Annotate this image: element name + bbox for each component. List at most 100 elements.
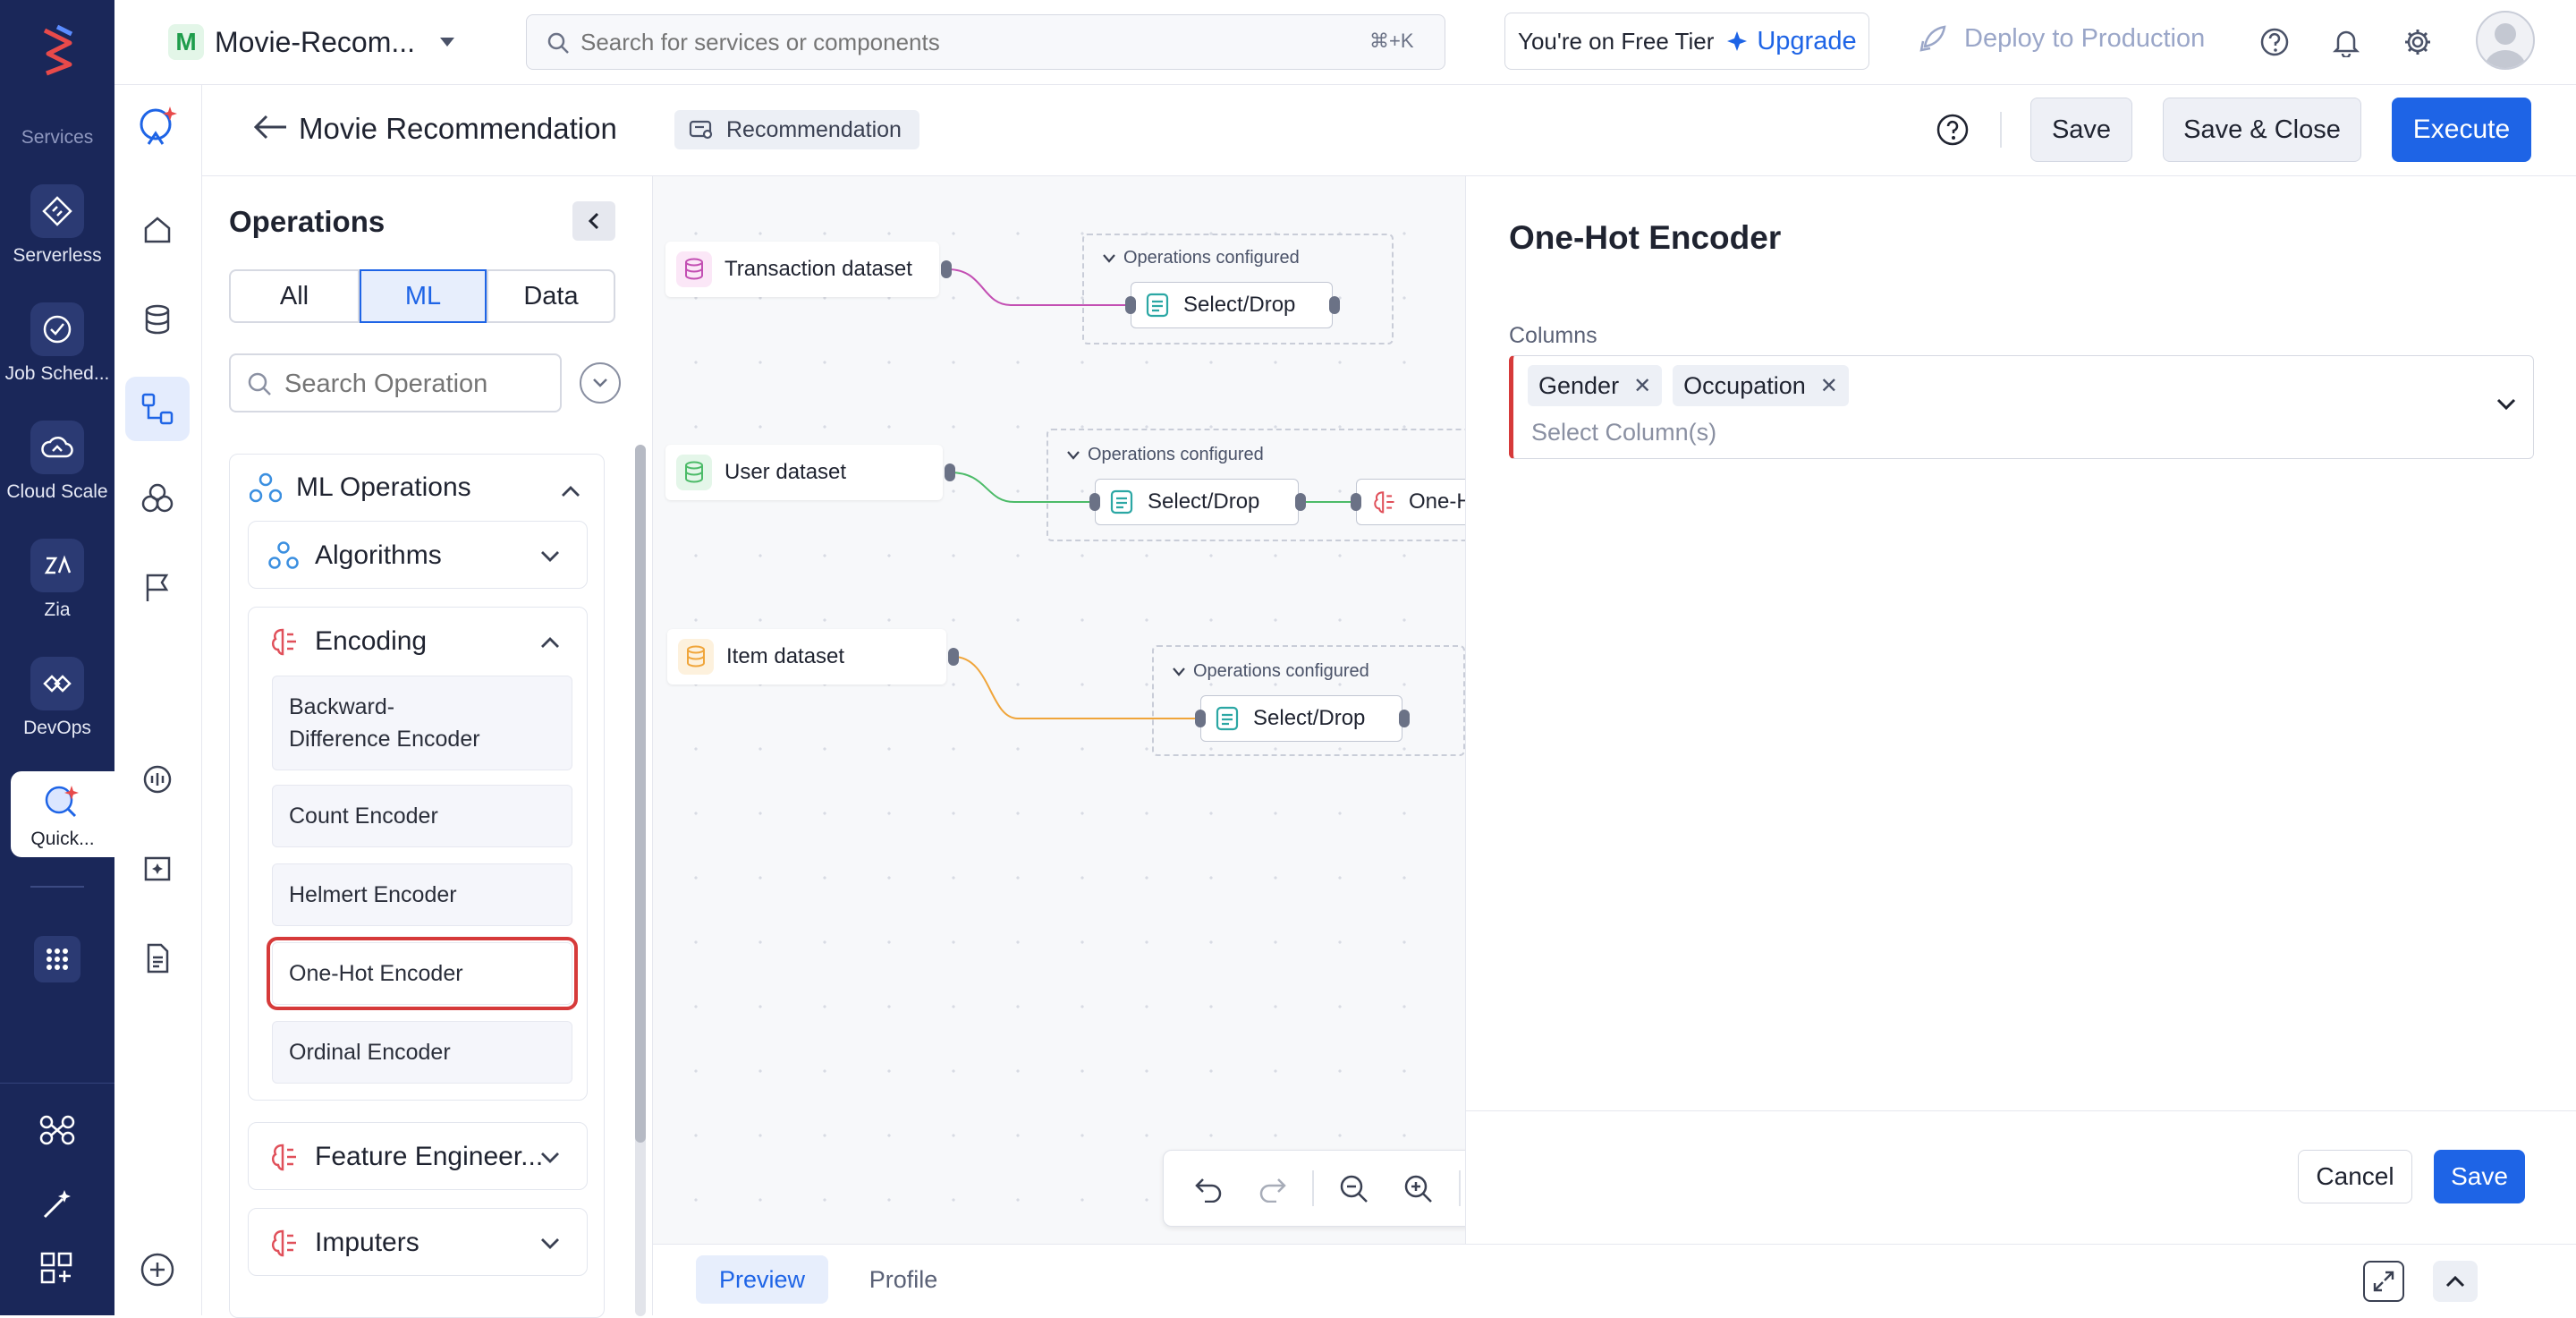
remove-chip-icon[interactable]: ✕	[1820, 373, 1838, 399]
op-one-hot[interactable]: One-H	[1356, 479, 1481, 525]
chevron-up-icon[interactable]	[2433, 1261, 2478, 1302]
ai-book-icon[interactable]	[125, 837, 190, 901]
models-icon[interactable]	[125, 466, 190, 531]
operation-search[interactable]	[229, 353, 562, 412]
bell-icon[interactable]	[2331, 27, 2361, 57]
save-button[interactable]: Save	[2030, 98, 2132, 162]
chevron-left-icon	[588, 212, 599, 230]
global-search[interactable]: ⌘+K	[526, 14, 1445, 70]
redo-icon[interactable]	[1258, 1176, 1287, 1203]
avatar[interactable]	[2476, 11, 2535, 70]
dataset-user[interactable]: User dataset	[665, 445, 943, 500]
integrations-icon[interactable]	[39, 1115, 75, 1145]
operations-scrollbar[interactable]	[635, 445, 646, 1316]
group-header[interactable]: Operations configured	[1066, 445, 1264, 465]
op-select-drop[interactable]: Select/Drop	[1131, 282, 1333, 328]
caret-down-icon	[440, 38, 455, 47]
rail-item-zia[interactable]: Zia	[0, 539, 114, 621]
monitor-icon[interactable]	[125, 747, 190, 812]
apps-grid-icon[interactable]	[34, 936, 80, 982]
document-icon[interactable]	[125, 926, 190, 991]
back-arrow-icon[interactable]	[252, 114, 288, 140]
input-port[interactable]	[1089, 493, 1100, 511]
help-icon[interactable]	[2259, 27, 2290, 57]
bottom-bar: Preview Profile	[653, 1244, 2576, 1315]
algorithms-accordion[interactable]: Algorithms	[248, 521, 588, 589]
output-port[interactable]	[945, 463, 955, 481]
rail-item-devops[interactable]: DevOps	[0, 657, 114, 739]
imputers-accordion[interactable]: Imputers	[248, 1208, 588, 1276]
tab-preview[interactable]: Preview	[696, 1255, 828, 1304]
rail-item-job-scheduler[interactable]: Job Sched...	[0, 302, 114, 385]
output-port[interactable]	[941, 260, 952, 278]
brain-icon	[271, 628, 296, 656]
project-switcher[interactable]: M Movie-Recom...	[168, 20, 476, 64]
rail-item-serverless[interactable]: Serverless	[0, 184, 114, 267]
upgrade-link[interactable]: Upgrade	[1726, 27, 1857, 56]
output-port[interactable]	[1329, 296, 1340, 314]
feature-engineering-accordion[interactable]: Feature Engineer...	[248, 1122, 588, 1190]
execute-button[interactable]: Execute	[2392, 98, 2531, 162]
dataset-transaction[interactable]: Transaction dataset	[665, 242, 939, 297]
add-circle-icon[interactable]	[125, 1237, 190, 1302]
undo-icon[interactable]	[1194, 1176, 1223, 1203]
pipeline-canvas[interactable]: Transaction dataset User dataset Item da…	[653, 176, 1485, 1244]
deploy-button[interactable]: Deploy to Production	[1918, 23, 2205, 54]
encoder-count[interactable]: Count Encoder	[272, 785, 572, 847]
output-port[interactable]	[1399, 710, 1410, 727]
tab-ml[interactable]: ML	[360, 269, 487, 323]
zoom-out-icon[interactable]	[1339, 1174, 1369, 1204]
output-port[interactable]	[1295, 493, 1306, 511]
zoom-in-icon[interactable]	[1403, 1174, 1434, 1204]
rail-item-cloud-scale[interactable]: Cloud Scale	[0, 421, 114, 503]
devops-icon	[30, 657, 84, 710]
home-icon[interactable]	[125, 198, 190, 262]
encoding-header[interactable]: Encoding	[249, 608, 587, 676]
dataset-item[interactable]: Item dataset	[667, 629, 946, 685]
flag-icon[interactable]	[125, 556, 190, 620]
encoder-one-hot[interactable]: One-Hot Encoder	[267, 937, 578, 1010]
quickml-logo-icon[interactable]	[136, 103, 181, 153]
operation-search-input[interactable]	[284, 366, 549, 402]
ml-operations-header[interactable]: ML Operations	[250, 472, 471, 503]
op-select-drop[interactable]: Select/Drop	[1200, 695, 1402, 742]
column-chip: Gender ✕	[1528, 365, 1663, 406]
tab-all[interactable]: All	[229, 269, 360, 323]
scrollbar-thumb[interactable]	[635, 445, 646, 1143]
pipeline-icon[interactable]	[125, 377, 190, 441]
global-search-input[interactable]	[580, 24, 1323, 60]
tab-profile[interactable]: Profile	[841, 1255, 966, 1304]
recommendation-icon	[689, 120, 713, 140]
input-port[interactable]	[1125, 296, 1136, 314]
encoder-helmert[interactable]: Helmert Encoder	[272, 863, 572, 926]
group-header[interactable]: Operations configured	[1172, 661, 1369, 682]
save-close-button[interactable]: Save & Close	[2163, 98, 2361, 162]
gear-icon[interactable]	[2402, 27, 2433, 57]
tab-data[interactable]: Data	[487, 269, 615, 323]
encoder-ordinal[interactable]: Ordinal Encoder	[272, 1021, 572, 1084]
remove-chip-icon[interactable]: ✕	[1633, 373, 1651, 399]
op-select-drop[interactable]: Select/Drop	[1095, 479, 1299, 525]
encoder-backward-difference[interactable]: Backward- Difference Encoder	[272, 676, 572, 770]
rail-item-quickml[interactable]: Quick...	[11, 771, 114, 857]
chevron-up-icon[interactable]	[561, 485, 580, 497]
cloud-scale-icon	[30, 421, 84, 474]
input-port[interactable]	[1195, 710, 1206, 727]
help-icon[interactable]	[1936, 113, 1970, 147]
collapse-panel-button[interactable]	[572, 201, 615, 241]
expand-icon[interactable]	[2363, 1261, 2404, 1302]
output-port[interactable]	[948, 648, 959, 666]
chevron-down-icon	[1173, 667, 1185, 676]
panel-save-button[interactable]: Save	[2434, 1150, 2525, 1203]
filter-dropdown-button[interactable]	[580, 362, 621, 404]
cancel-button[interactable]: Cancel	[2298, 1150, 2412, 1203]
database-icon[interactable]	[125, 287, 190, 352]
columns-multiselect[interactable]: Gender ✕ Occupation ✕ Select Column(s)	[1509, 355, 2534, 459]
catalyst-logo[interactable]	[36, 23, 79, 77]
input-port[interactable]	[1351, 493, 1361, 511]
add-widget-icon[interactable]	[39, 1251, 73, 1285]
magic-wand-icon[interactable]	[39, 1186, 75, 1222]
algorithms-label: Algorithms	[315, 540, 442, 570]
chip-label: Gender	[1538, 371, 1620, 399]
group-header[interactable]: Operations configured	[1102, 248, 1300, 268]
